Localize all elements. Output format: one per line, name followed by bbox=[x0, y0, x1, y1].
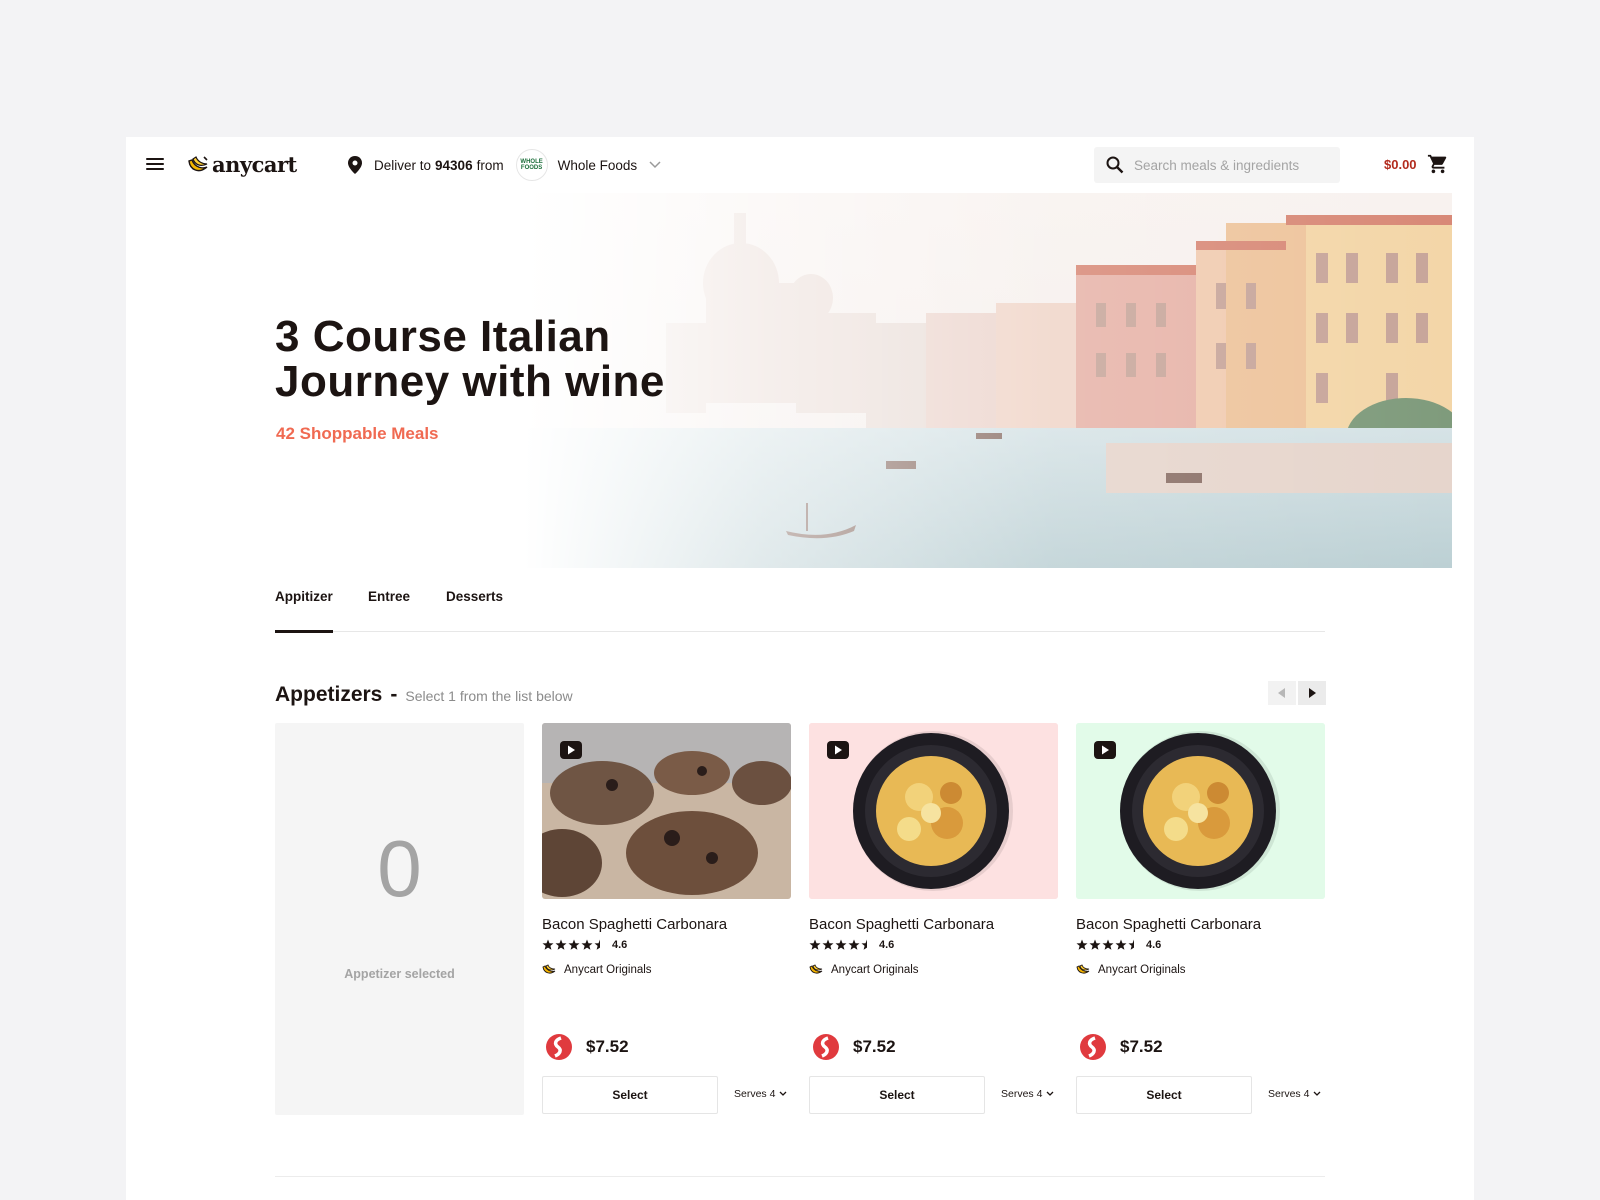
section-subtitle: Select 1 from the list below bbox=[405, 688, 573, 704]
hero-banner: 3 Course Italian Journey with wine 42 Sh… bbox=[126, 193, 1452, 568]
meal-price: $7.52 bbox=[853, 1037, 896, 1056]
select-button[interactable]: Select bbox=[809, 1076, 985, 1114]
safeway-logo-icon bbox=[1080, 1034, 1106, 1060]
play-video-icon[interactable] bbox=[560, 741, 582, 759]
chevron-down-icon bbox=[1046, 1091, 1054, 1096]
meal-brand: Anycart Originals bbox=[542, 963, 652, 976]
meal-image[interactable] bbox=[809, 723, 1058, 899]
menu-icon[interactable] bbox=[146, 155, 166, 175]
next-button[interactable] bbox=[1298, 681, 1326, 705]
meal-count[interactable]: 42 Shoppable Meals bbox=[276, 424, 439, 444]
play-video-icon[interactable] bbox=[827, 741, 849, 759]
zip-code[interactable]: 94306 bbox=[435, 158, 473, 173]
anycart-banana-icon bbox=[542, 964, 556, 974]
safeway-logo-icon bbox=[546, 1034, 572, 1060]
meal-card[interactable]: Bacon Spaghetti Carbonara 4.6 Anycart Or… bbox=[1076, 723, 1325, 1115]
logo[interactable]: anycart bbox=[186, 151, 297, 177]
arrow-right-icon bbox=[1309, 688, 1316, 698]
chevron-down-icon bbox=[1313, 1091, 1321, 1096]
tab-appitizer[interactable]: Appitizer bbox=[275, 589, 333, 633]
star-rating-icon bbox=[809, 939, 867, 950]
delivery-selector[interactable]: Deliver to 94306 from WHOLE FOODS Whole … bbox=[348, 149, 661, 181]
serves-dropdown[interactable]: Serves 4 bbox=[1001, 1088, 1054, 1100]
price-row: $7.52 bbox=[1080, 1034, 1163, 1060]
meal-brand: Anycart Originals bbox=[1076, 963, 1186, 976]
serves-dropdown[interactable]: Serves 4 bbox=[1268, 1088, 1321, 1100]
search-icon[interactable] bbox=[1106, 156, 1124, 174]
deliver-prefix: Deliver to bbox=[374, 157, 432, 173]
selected-label: Appetizer selected bbox=[344, 967, 455, 981]
prev-button[interactable] bbox=[1268, 681, 1296, 705]
location-pin-icon bbox=[348, 156, 362, 174]
tab-desserts[interactable]: Desserts bbox=[446, 589, 503, 632]
safeway-logo-icon bbox=[813, 1034, 839, 1060]
deliver-suffix: from bbox=[476, 157, 504, 173]
course-tabs: Appitizer Entree Desserts bbox=[275, 589, 1325, 633]
brand-name: Anycart Originals bbox=[564, 963, 652, 976]
meal-price: $7.52 bbox=[1120, 1037, 1163, 1056]
serves-label: Serves 4 bbox=[1268, 1088, 1310, 1100]
hero-title: 3 Course Italian Journey with wine bbox=[275, 312, 665, 406]
store-name[interactable]: Whole Foods bbox=[558, 158, 638, 173]
selected-count: 0 bbox=[377, 824, 422, 913]
serves-dropdown[interactable]: Serves 4 bbox=[734, 1088, 787, 1100]
meal-rating: 4.6 bbox=[1076, 939, 1161, 951]
arrow-left-icon bbox=[1278, 688, 1285, 698]
section-divider bbox=[275, 1176, 1325, 1177]
meal-card[interactable]: Bacon Spaghetti Carbonara 4.6 Anycart Or… bbox=[809, 723, 1058, 1115]
meal-rating: 4.6 bbox=[542, 939, 627, 951]
anycart-banana-icon bbox=[1076, 964, 1090, 974]
star-rating-icon bbox=[542, 939, 600, 950]
serves-label: Serves 4 bbox=[734, 1088, 776, 1100]
select-button[interactable]: Select bbox=[1076, 1076, 1252, 1114]
chevron-down-icon bbox=[779, 1091, 787, 1096]
meal-price: $7.52 bbox=[586, 1037, 629, 1056]
meal-rating: 4.6 bbox=[809, 939, 894, 951]
search-input[interactable] bbox=[1134, 157, 1324, 173]
meal-name[interactable]: Bacon Spaghetti Carbonara bbox=[809, 916, 994, 933]
logo-text: anycart bbox=[212, 151, 297, 177]
star-rating-icon bbox=[1076, 939, 1134, 950]
rating-value: 4.6 bbox=[879, 939, 895, 951]
meal-image[interactable] bbox=[542, 723, 791, 899]
tab-entree[interactable]: Entree bbox=[368, 589, 410, 632]
brand-name: Anycart Originals bbox=[1098, 963, 1186, 976]
chevron-down-icon[interactable] bbox=[649, 161, 661, 169]
rating-value: 4.6 bbox=[1146, 939, 1162, 951]
section-heading: Appetizers - Select 1 from the list belo… bbox=[275, 683, 573, 707]
top-header: anycart Deliver to 94306 from WHOLE FOOD… bbox=[126, 137, 1474, 193]
cart-total: $0.00 bbox=[1384, 156, 1417, 172]
select-button[interactable]: Select bbox=[542, 1076, 718, 1114]
app-frame: anycart Deliver to 94306 from WHOLE FOOD… bbox=[126, 137, 1474, 1200]
meal-card[interactable]: Bacon Spaghetti Carbonara 4.6 Anycart Or… bbox=[542, 723, 791, 1115]
section-title: Appetizers bbox=[275, 683, 383, 706]
carousel-arrows bbox=[1266, 681, 1326, 705]
price-row: $7.52 bbox=[546, 1034, 629, 1060]
logo-banana-icon bbox=[188, 156, 208, 172]
meal-name[interactable]: Bacon Spaghetti Carbonara bbox=[542, 916, 727, 933]
play-video-icon[interactable] bbox=[1094, 741, 1116, 759]
brand-name: Anycart Originals bbox=[831, 963, 919, 976]
meal-image[interactable] bbox=[1076, 723, 1325, 899]
serves-label: Serves 4 bbox=[1001, 1088, 1043, 1100]
meal-name[interactable]: Bacon Spaghetti Carbonara bbox=[1076, 916, 1261, 933]
section-dash: - bbox=[390, 683, 398, 706]
cart-icon[interactable] bbox=[1427, 153, 1449, 175]
search-bar[interactable] bbox=[1094, 147, 1340, 183]
rating-value: 4.6 bbox=[612, 939, 628, 951]
meal-brand: Anycart Originals bbox=[809, 963, 919, 976]
store-logo: WHOLE FOODS bbox=[515, 149, 548, 181]
price-row: $7.52 bbox=[813, 1034, 896, 1060]
appetizer-selected-card: 0 Appetizer selected bbox=[275, 723, 524, 1115]
anycart-banana-icon bbox=[809, 964, 823, 974]
cart-button[interactable]: $0.00 bbox=[1384, 152, 1449, 176]
